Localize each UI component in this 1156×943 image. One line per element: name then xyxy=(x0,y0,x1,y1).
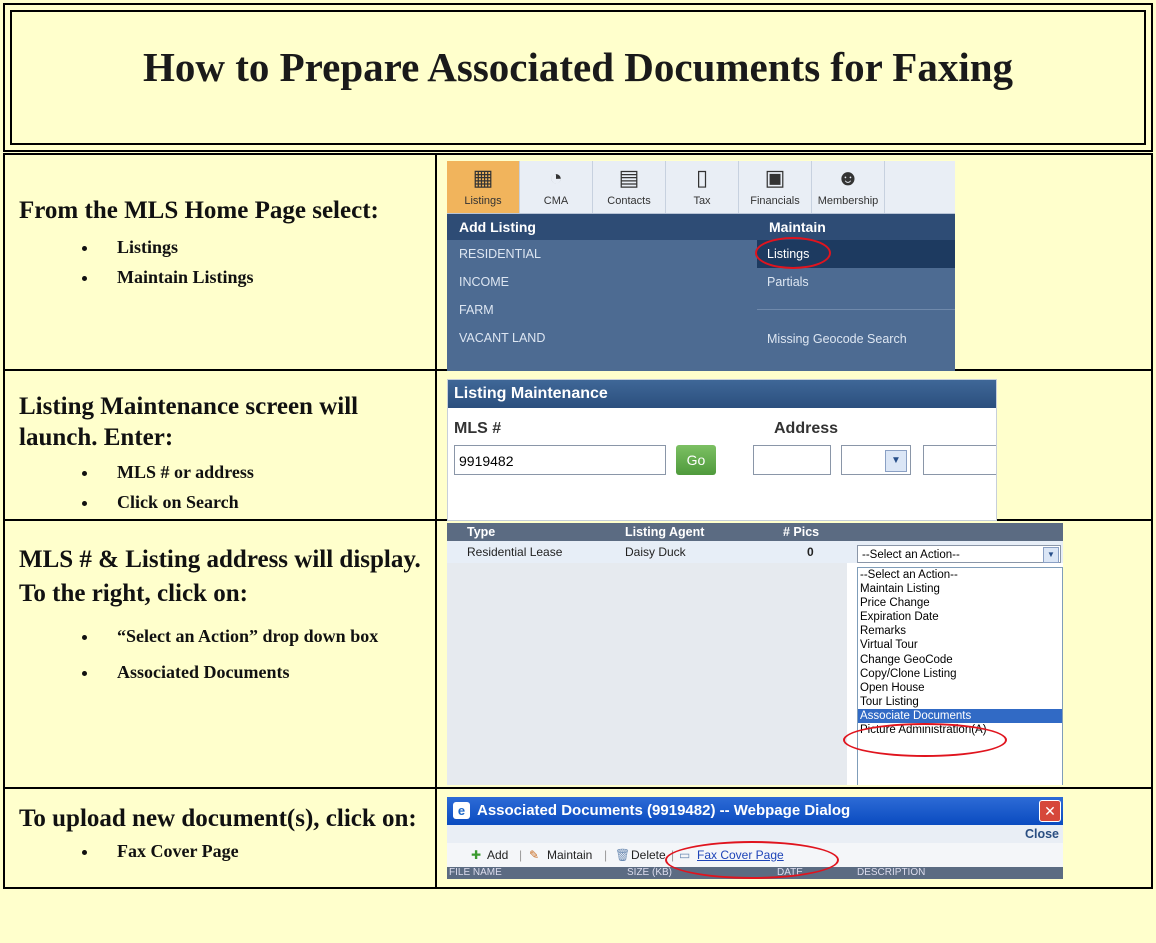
people-icon: ☻ xyxy=(836,165,860,190)
street-number-input[interactable] xyxy=(753,445,831,475)
step-lead: From the MLS Home Page select: xyxy=(19,197,379,224)
col-file-name: FILE NAME xyxy=(449,867,502,878)
tab-listings[interactable]: ▦ Listings xyxy=(447,161,520,213)
option-item[interactable]: Price Change xyxy=(858,596,1062,610)
step-3-screenshot: Type Listing Agent # Pics Residential Le… xyxy=(435,519,1153,789)
pencil-icon: ✎ xyxy=(529,848,540,862)
calculator-icon: ▣ xyxy=(764,165,786,190)
step-bullet: Listings xyxy=(99,232,427,262)
cell-type: Residential Lease xyxy=(467,545,563,559)
option-item[interactable]: Remarks xyxy=(858,624,1062,638)
maintain-header: Maintain xyxy=(769,219,826,235)
option-item[interactable]: Change GeoCode xyxy=(858,653,1062,667)
trash-icon: 🗑 xyxy=(615,848,631,862)
menu-item-income[interactable]: INCOME xyxy=(447,268,757,296)
mls-label: MLS # xyxy=(454,420,502,437)
menu-spacer xyxy=(757,309,955,325)
step-lead: To upload new document(s), click on: xyxy=(19,805,417,832)
menu-item-residential[interactable]: RESIDENTIAL xyxy=(447,240,757,268)
listing-maintenance-header: Listing Maintenance xyxy=(448,380,996,408)
cell-pics: 0 xyxy=(807,545,814,559)
page-title: How to Prepare Associated Documents for … xyxy=(142,44,1014,90)
results-empty-area xyxy=(447,563,847,785)
document-icon: ▯ xyxy=(695,165,709,190)
col-size: SIZE (KB) xyxy=(627,867,673,878)
mls-number-input[interactable]: 9919482 xyxy=(454,445,666,475)
step-bullet: Click on Search xyxy=(99,487,427,517)
step-4-screenshot: e Associated Documents (9919482) -- Webp… xyxy=(435,787,1153,889)
menu-item-partials[interactable]: Partials xyxy=(757,268,955,296)
step-bullet: Associated Documents xyxy=(99,657,427,687)
listing-maintenance-screenshot: Listing Maintenance MLS # Address 991948… xyxy=(447,379,997,521)
step-lead: Listing Maintenance screen will launch. … xyxy=(19,393,359,451)
title-box: How to Prepare Associated Documents for … xyxy=(3,3,1153,152)
listings-icon: ▦ xyxy=(472,165,494,190)
step-1-text: From the MLS Home Page select: Listings … xyxy=(3,153,437,371)
step-3-text: MLS # & Listing address will display. To… xyxy=(3,519,437,789)
dialog-title: Associated Documents (9919482) -- Webpag… xyxy=(477,802,851,819)
option-associate-documents[interactable]: Associate Documents xyxy=(858,708,1062,724)
col-description: DESCRIPTION xyxy=(857,867,926,878)
option-item[interactable]: Maintain Listing xyxy=(858,582,1062,596)
contact-card-icon: ▤ xyxy=(618,165,640,190)
step-bullet: “Select an Action” drop down box xyxy=(99,621,427,651)
tab-financials[interactable]: ▣ Financials xyxy=(739,161,812,213)
address-label: Address xyxy=(774,420,839,437)
option-item[interactable]: Tour Listing xyxy=(858,695,1062,709)
highlight-oval xyxy=(665,841,839,879)
chevron-down-icon[interactable]: ▼ xyxy=(1043,547,1059,563)
step-lead: MLS # & Listing address will display. To… xyxy=(19,546,421,607)
street-name-input[interactable] xyxy=(923,445,996,475)
add-listing-header: Add Listing xyxy=(459,219,536,235)
col-type: Type xyxy=(467,525,496,539)
cell-agent: Daisy Duck xyxy=(625,545,686,559)
add-icon: ✚ xyxy=(471,848,482,862)
option-item[interactable]: Virtual Tour xyxy=(858,638,1062,652)
tab-tax[interactable]: ▯ Tax xyxy=(666,161,739,213)
option-item[interactable]: Open House xyxy=(858,681,1062,695)
step-bullet: MLS # or address xyxy=(99,457,427,487)
step-bullet: Fax Cover Page xyxy=(99,836,427,866)
step-4-text: To upload new document(s), click on: Fax… xyxy=(3,787,437,889)
delete-button[interactable]: Delete xyxy=(631,843,666,867)
listing-results-screenshot: Type Listing Agent # Pics Residential Le… xyxy=(447,523,1063,785)
step-2-text: Listing Maintenance screen will launch. … xyxy=(3,369,437,521)
go-button[interactable]: Go xyxy=(676,445,716,475)
col-pics: # Pics xyxy=(783,525,820,539)
add-button[interactable]: Add xyxy=(487,843,508,867)
option-item[interactable]: --Select an Action-- xyxy=(858,568,1062,582)
browser-icon: e xyxy=(453,802,470,819)
tab-membership[interactable]: ☻ Membership xyxy=(812,161,885,213)
step-2-screenshot: Listing Maintenance MLS # Address 991948… xyxy=(435,369,1153,521)
chevron-down-icon[interactable]: ▼ xyxy=(885,450,907,472)
tab-contacts[interactable]: ▤ Contacts xyxy=(593,161,666,213)
nav-tab-bar: ▦ Listings ◔ CMA ▤ Contacts ▯ Tax ▣ Financial… xyxy=(447,161,955,214)
col-listing-agent: Listing Agent xyxy=(625,525,705,539)
steps-table: From the MLS Home Page select: Listings … xyxy=(3,153,1153,889)
menu-item-farm[interactable]: FARM xyxy=(447,296,757,324)
dialog-title-bar: e Associated Documents (9919482) -- Webp… xyxy=(447,797,1063,825)
associated-documents-dialog: e Associated Documents (9919482) -- Webp… xyxy=(447,797,1063,879)
menu-item-vacant-land[interactable]: VACANT LAND xyxy=(447,324,757,352)
option-item[interactable]: Copy/Clone Listing xyxy=(858,667,1062,681)
maintain-button[interactable]: Maintain xyxy=(547,843,592,867)
highlight-oval xyxy=(755,237,831,269)
nav-menu-header: Add Listing Maintain xyxy=(447,214,955,240)
results-header-row: Type Listing Agent # Pics xyxy=(447,523,1063,541)
add-listing-menu: RESIDENTIAL INCOME FARM VACANT LAND xyxy=(447,240,757,353)
step-bullet: Maintain Listings xyxy=(99,262,427,292)
close-icon[interactable]: ✕ xyxy=(1039,800,1061,822)
tab-cma[interactable]: ◔ CMA xyxy=(520,161,593,213)
highlight-oval xyxy=(843,723,1007,757)
pie-chart-icon: ◔ xyxy=(549,165,563,190)
option-item[interactable]: Expiration Date xyxy=(858,610,1062,624)
menu-item-missing-geocode-search[interactable]: Missing Geocode Search xyxy=(757,325,955,353)
mls-nav-screenshot: ▦ Listings ◔ CMA ▤ Contacts ▯ Tax ▣ Financial… xyxy=(447,161,955,371)
step-1-screenshot: ▦ Listings ◔ CMA ▤ Contacts ▯ Tax ▣ Financial… xyxy=(435,153,1153,371)
select-action-dropdown[interactable]: --Select an Action-- ▼ xyxy=(857,545,1061,563)
